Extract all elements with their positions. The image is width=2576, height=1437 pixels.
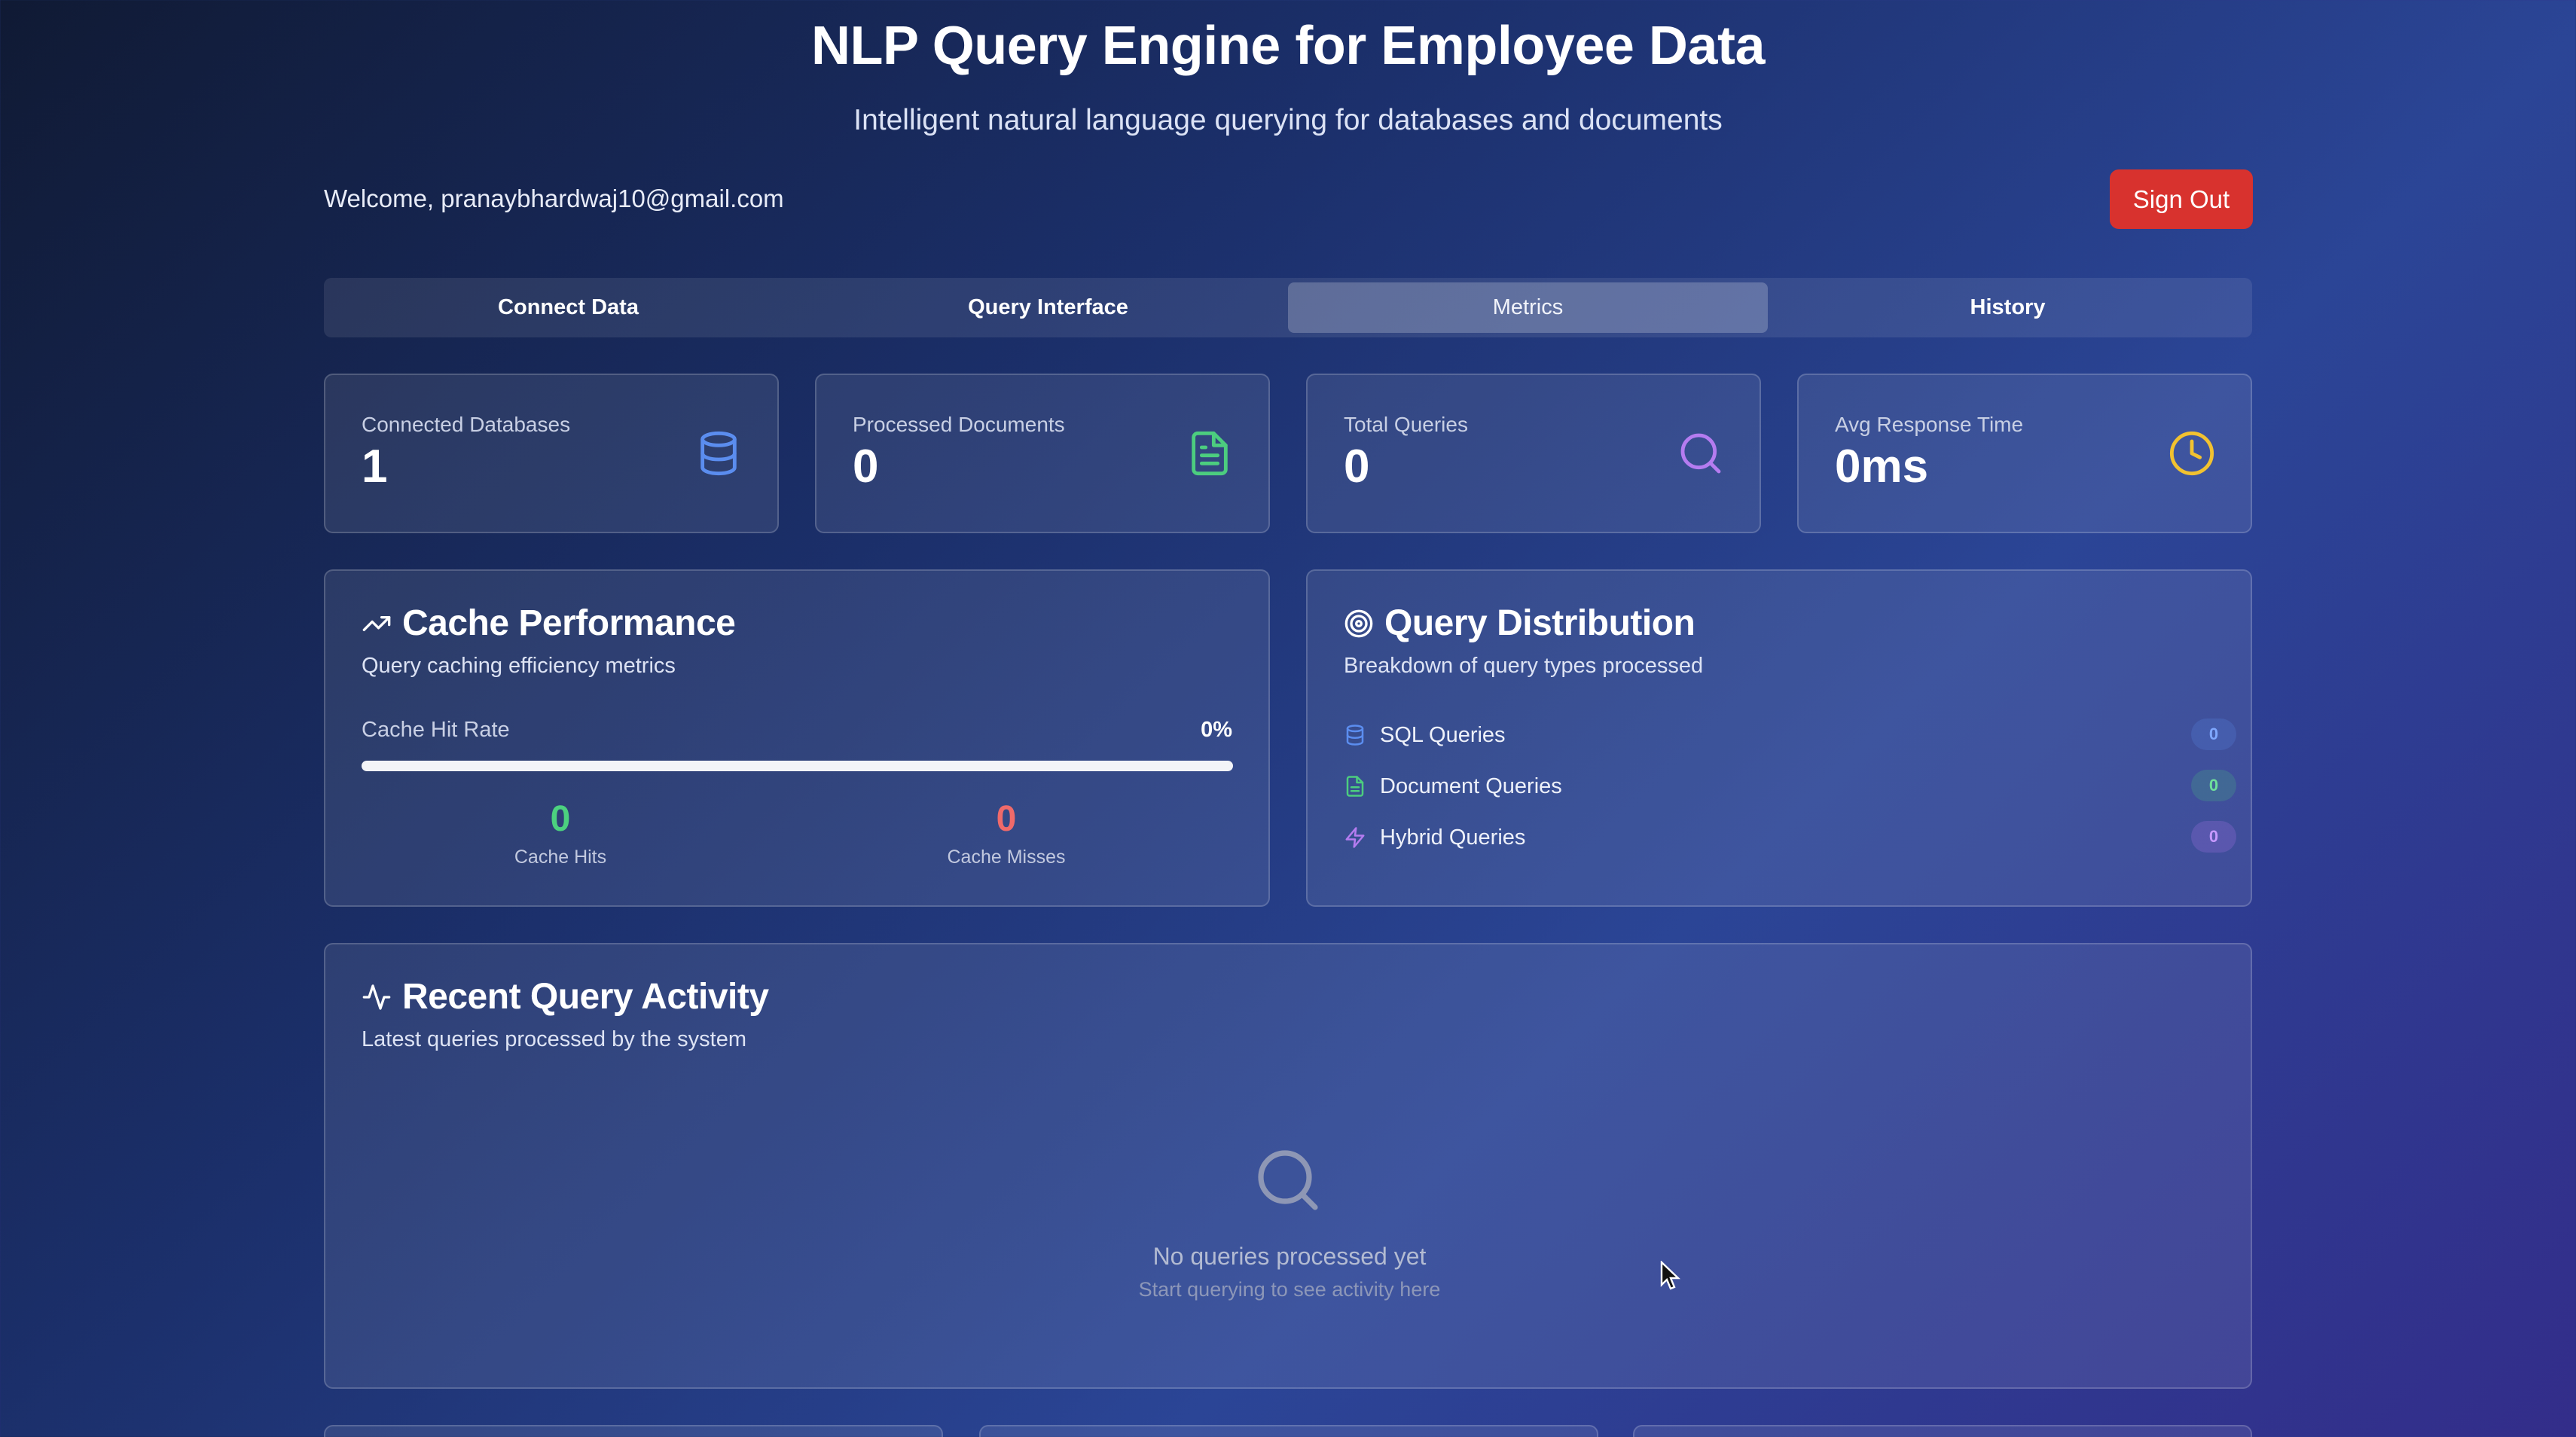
page-subtitle: Intelligent natural language querying fo… bbox=[853, 104, 1723, 136]
bottom-card-3 bbox=[1633, 1425, 2252, 1437]
cache-hits-label: Cache Hits bbox=[514, 847, 607, 868]
stat-label: Connected Databases bbox=[362, 413, 571, 436]
cache-misses-label: Cache Misses bbox=[947, 847, 1066, 868]
cache-hit-rate-label: Cache Hit Rate bbox=[362, 718, 510, 742]
distribution-label: SQL Queries bbox=[1380, 722, 1506, 747]
section-title: Cache Performance bbox=[402, 603, 736, 643]
count-badge: 0 bbox=[2191, 718, 2236, 750]
tab-query-interface[interactable]: Query Interface bbox=[808, 282, 1288, 333]
distribution-row-hybrid: Hybrid Queries 0 bbox=[1344, 821, 2236, 854]
stat-label: Processed Documents bbox=[853, 413, 1065, 436]
sign-out-button[interactable]: Sign Out bbox=[2110, 169, 2253, 229]
stat-label: Avg Response Time bbox=[1835, 413, 2024, 436]
search-icon bbox=[1680, 433, 1721, 474]
section-description: Breakdown of query types processed bbox=[1344, 654, 1704, 678]
stat-card-processed-documents: Processed Documents 0 bbox=[815, 374, 1270, 533]
bottom-card-2 bbox=[979, 1425, 1598, 1437]
tab-metrics[interactable]: Metrics bbox=[1288, 282, 1768, 333]
count-badge: 0 bbox=[2191, 821, 2236, 853]
cache-hit-rate-progress bbox=[362, 761, 1233, 771]
distribution-label: Hybrid Queries bbox=[1380, 825, 1526, 850]
cache-performance-card: Cache Performance Query caching efficien… bbox=[324, 569, 1270, 907]
document-icon bbox=[1192, 431, 1228, 476]
empty-state-subtitle: Start querying to see activity here bbox=[1138, 1278, 1441, 1301]
cache-hit-rate-value: 0% bbox=[1201, 718, 1232, 742]
tab-history[interactable]: History bbox=[1768, 282, 2248, 333]
cache-performance-title-row: Cache Performance bbox=[362, 603, 736, 644]
cache-misses-value: 0 bbox=[996, 799, 1017, 839]
recent-activity-card: Recent Query Activity Latest queries pro… bbox=[324, 943, 2252, 1389]
page: NLP Query Engine for Employee Data Intel… bbox=[0, 0, 2576, 1437]
lightning-icon bbox=[1345, 827, 1365, 848]
database-icon bbox=[700, 431, 737, 476]
stat-value: 0ms bbox=[1835, 441, 1929, 493]
database-icon bbox=[1346, 725, 1364, 746]
trending-up-icon bbox=[362, 615, 391, 631]
distribution-row-document: Document Queries 0 bbox=[1344, 770, 2236, 803]
distribution-label: Document Queries bbox=[1380, 773, 1562, 798]
query-distribution-card: Query Distribution Breakdown of query ty… bbox=[1306, 569, 2252, 907]
section-description: Query caching efficiency metrics bbox=[362, 654, 676, 678]
cache-hits-value: 0 bbox=[550, 799, 571, 839]
distribution-row-sql: SQL Queries 0 bbox=[1344, 718, 2236, 752]
stat-value: 0 bbox=[853, 441, 879, 493]
search-icon bbox=[1258, 1150, 1318, 1210]
stat-value: 0 bbox=[1344, 441, 1370, 493]
activity-icon bbox=[362, 984, 391, 1010]
tab-connect-data[interactable]: Connect Data bbox=[328, 282, 808, 333]
stat-value: 1 bbox=[362, 441, 388, 493]
section-title: Recent Query Activity bbox=[402, 977, 769, 1017]
document-icon bbox=[1346, 776, 1364, 797]
bottom-card-1 bbox=[324, 1425, 943, 1437]
target-icon bbox=[1344, 609, 1373, 637]
tab-bar: Connect Data Query Interface Metrics His… bbox=[324, 278, 2252, 337]
page-title: NLP Query Engine for Employee Data bbox=[811, 16, 1766, 76]
stat-label: Total Queries bbox=[1344, 413, 1468, 436]
stat-card-avg-response-time: Avg Response Time 0ms bbox=[1797, 374, 2252, 533]
stat-card-connected-databases: Connected Databases 1 bbox=[324, 374, 779, 533]
section-title: Query Distribution bbox=[1384, 603, 1695, 643]
stat-card-total-queries: Total Queries 0 bbox=[1306, 374, 1761, 533]
query-distribution-title-row: Query Distribution bbox=[1344, 603, 1695, 644]
count-badge: 0 bbox=[2191, 770, 2236, 801]
welcome-text: Welcome, pranaybhardwaj10@gmail.com bbox=[324, 185, 784, 212]
section-description: Latest queries processed by the system bbox=[362, 1027, 746, 1051]
mouse-cursor-icon bbox=[1660, 1261, 1680, 1290]
recent-activity-title-row: Recent Query Activity bbox=[362, 976, 769, 1017]
empty-state-title: No queries processed yet bbox=[1152, 1243, 1427, 1270]
clock-icon bbox=[2169, 431, 2214, 476]
